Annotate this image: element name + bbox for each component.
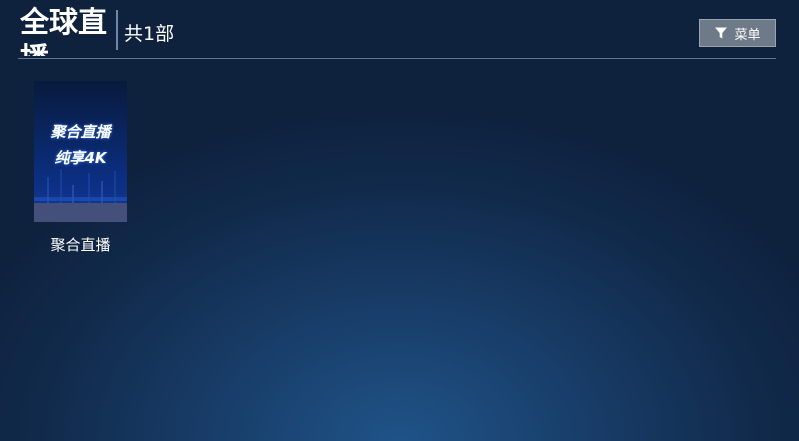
title-divider: [116, 10, 118, 50]
menu-label: 菜单: [734, 27, 761, 43]
channel-card[interactable]: 聚合直播 纯享4K 聚合直播: [34, 81, 128, 255]
poster-title-line: 聚合直播: [50, 123, 111, 141]
menu-button[interactable]: 菜单: [699, 19, 776, 47]
channel-poster[interactable]: 聚合直播 纯享4K: [34, 81, 127, 222]
poster-subtitle-line: 纯享4K: [54, 149, 107, 167]
page-title: 全球直播: [20, 5, 108, 56]
item-count: 共1部: [124, 23, 175, 45]
filter-icon: [715, 27, 728, 39]
poster-bottom-strip: [34, 203, 127, 222]
header-divider: [18, 58, 776, 59]
channel-title: 聚合直播: [50, 236, 111, 254]
header-bar: 全球直播 共1部 菜单: [0, 0, 799, 59]
